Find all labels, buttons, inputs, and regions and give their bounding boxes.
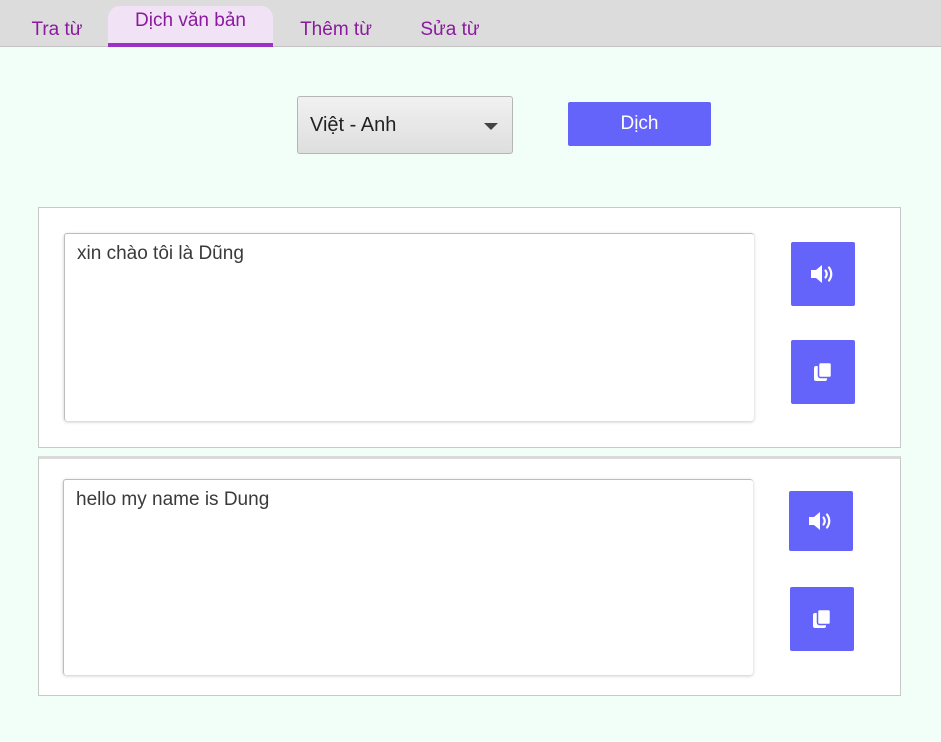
source-copy-button[interactable] [791, 340, 855, 404]
target-speak-button[interactable] [789, 491, 853, 551]
source-speak-button[interactable] [791, 242, 855, 306]
target-panel: hello my name is Dung [38, 456, 901, 696]
tab-edit-word[interactable]: Sửa từ [410, 0, 490, 47]
chevron-down-icon [484, 123, 498, 130]
language-pair-value: Việt - Anh [310, 113, 397, 136]
source-panel: xin chào tôi là Dũng [38, 207, 901, 448]
tab-translate-text[interactable]: Dịch văn bản [108, 6, 273, 47]
tab-lookup[interactable]: Tra từ [20, 0, 94, 47]
speaker-icon [807, 509, 835, 533]
target-copy-button[interactable] [790, 587, 854, 651]
copy-icon [811, 360, 835, 384]
source-text-area[interactable]: xin chào tôi là Dũng [64, 233, 754, 421]
speaker-icon [809, 262, 837, 286]
target-text-area[interactable]: hello my name is Dung [63, 479, 753, 675]
language-pair-select[interactable]: Việt - Anh [297, 96, 513, 154]
translate-button[interactable]: Dịch [568, 102, 711, 146]
copy-icon [810, 607, 834, 631]
translator-app: Tra từ Dịch văn bản Thêm từ Sửa từ Việt … [0, 0, 941, 742]
tab-add-word[interactable]: Thêm từ [288, 0, 384, 47]
tab-bar: Tra từ Dịch văn bản Thêm từ Sửa từ [0, 0, 941, 47]
